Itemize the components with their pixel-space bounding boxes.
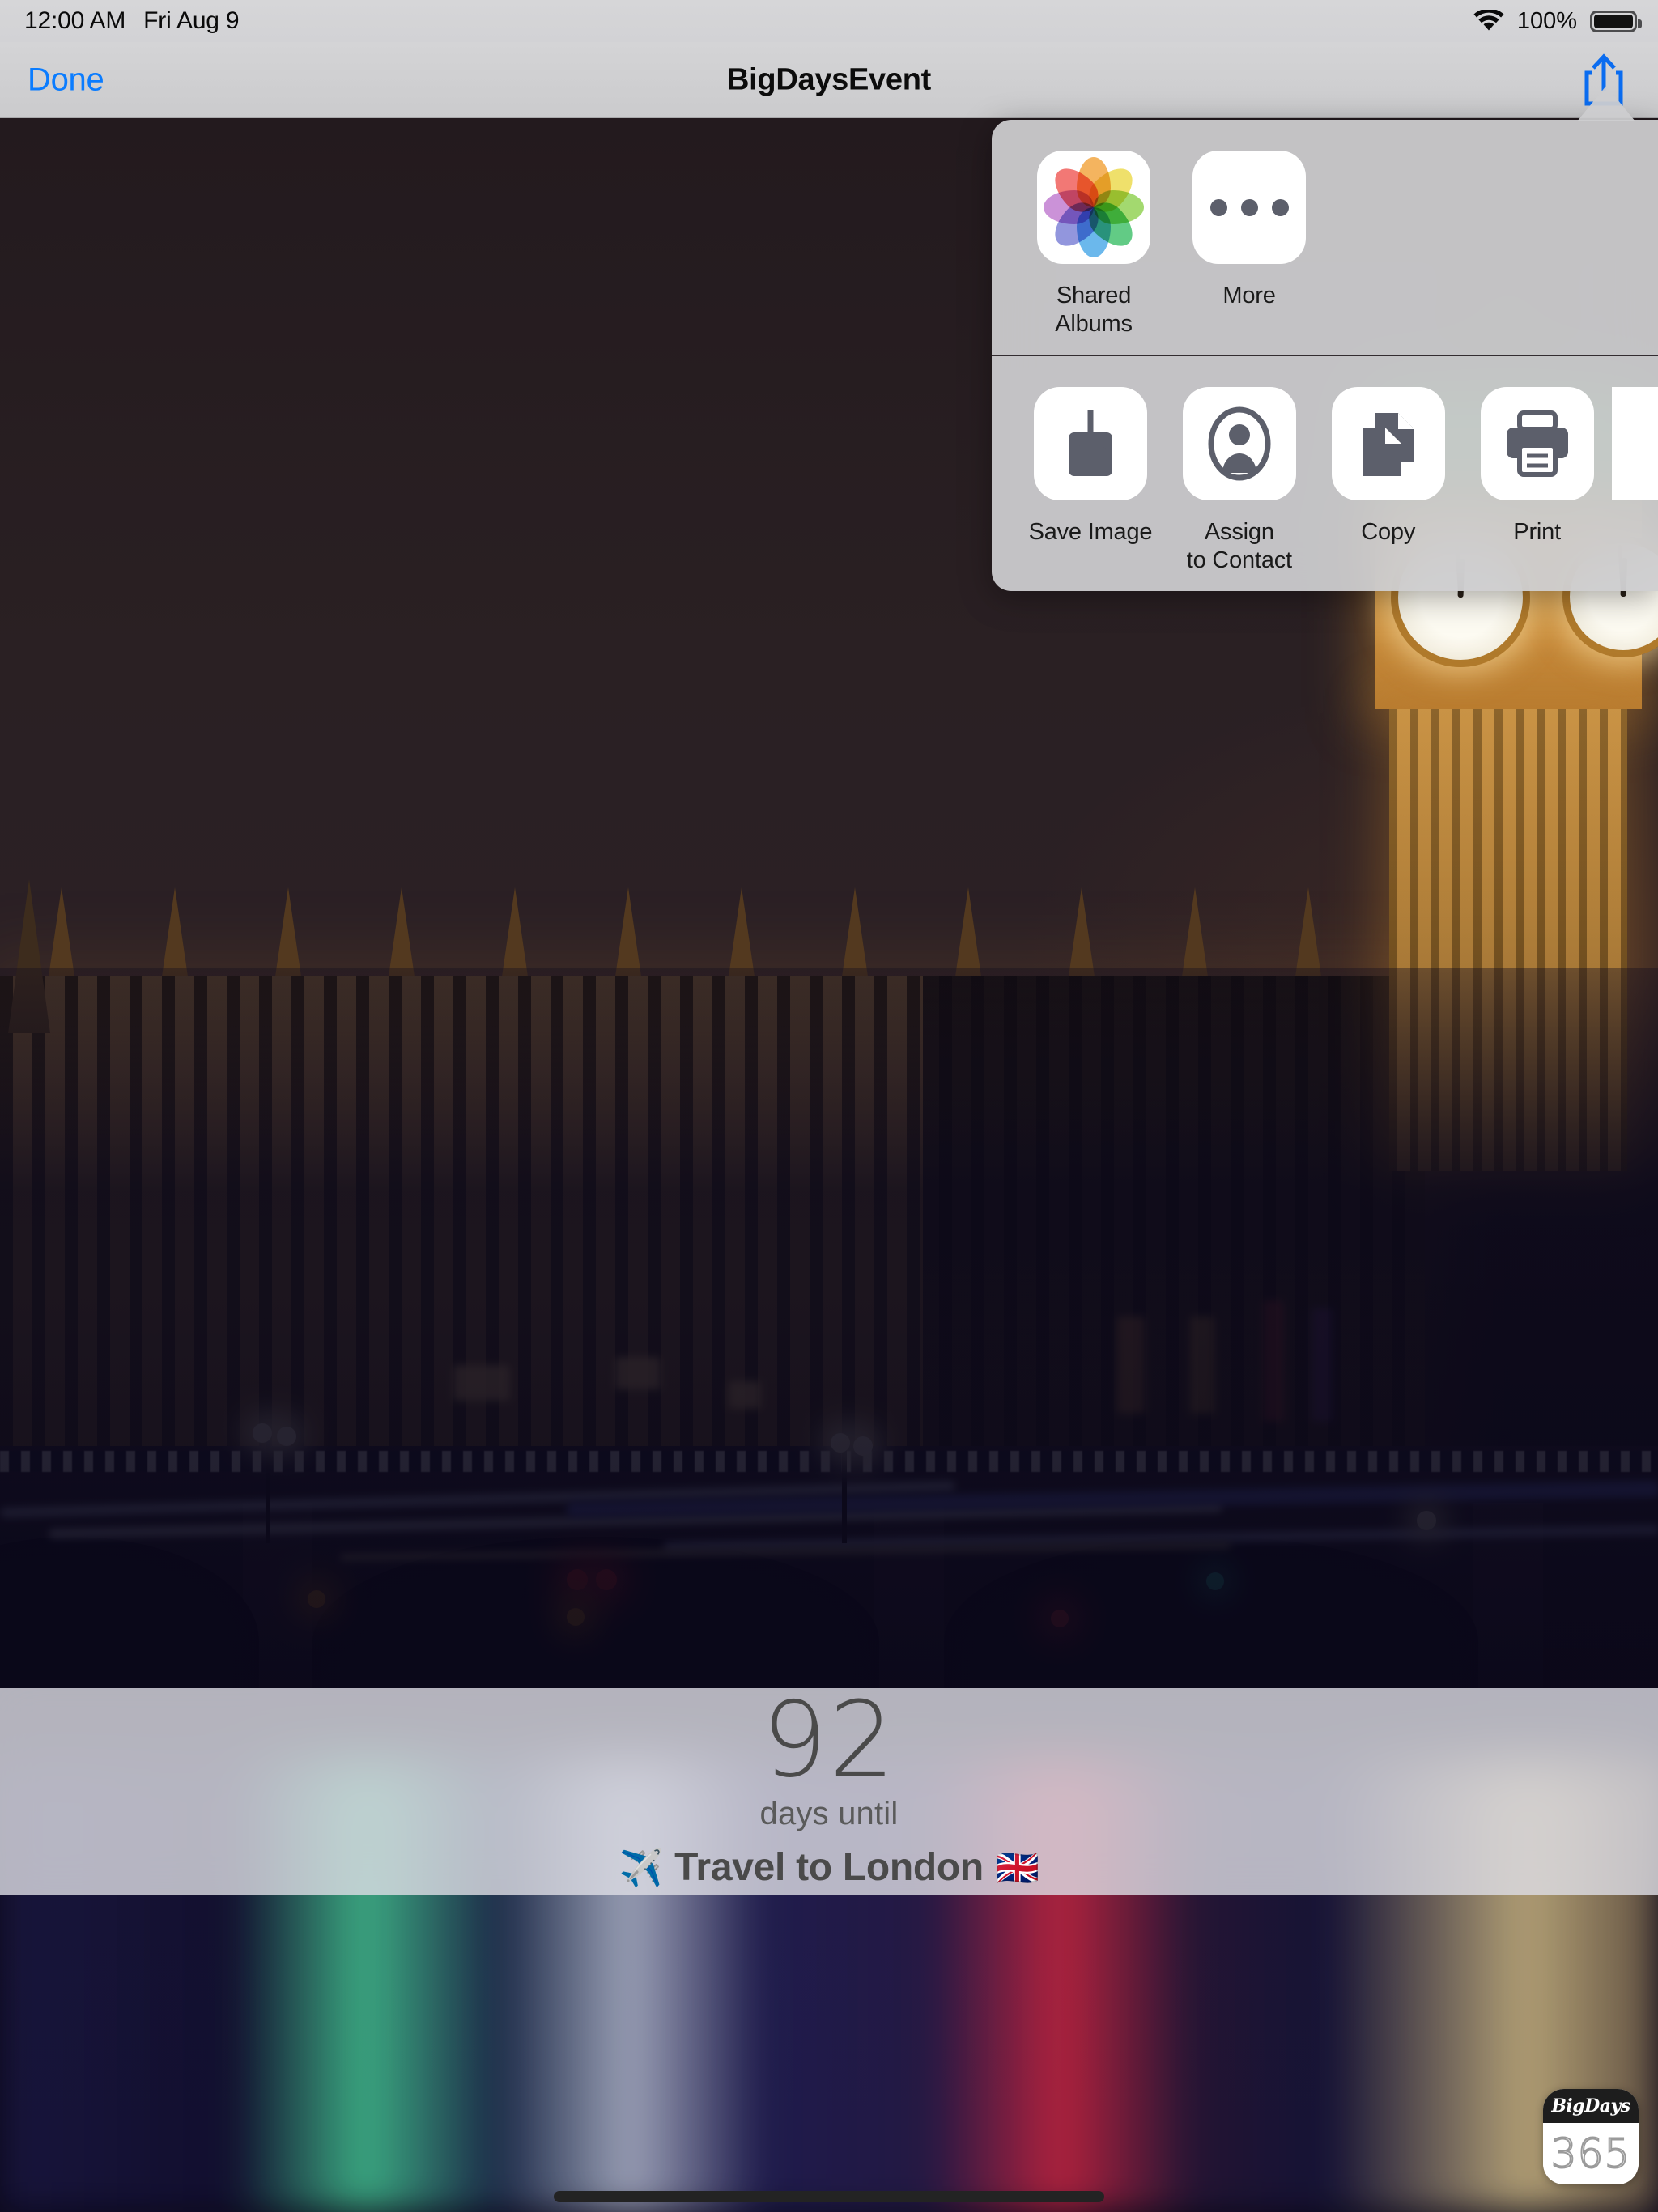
share-apps-section: Shared Albums More xyxy=(992,120,1658,355)
save-download-icon xyxy=(1033,387,1147,500)
bigdays365-watermark: BigDays 365 xyxy=(1543,2089,1639,2184)
status-time: 12:00 AM xyxy=(24,7,126,34)
contact-person-icon xyxy=(1182,387,1296,500)
popover-arrow xyxy=(1577,86,1635,121)
copy-documents-icon xyxy=(1331,387,1445,500)
cut-off-tile xyxy=(1611,387,1658,500)
share-item-label: More xyxy=(1222,283,1276,308)
share-action-label: Save Image xyxy=(1028,519,1153,545)
home-indicator[interactable] xyxy=(554,2191,1104,2202)
share-sheet-popover: Shared Albums More Save Image Assign to … xyxy=(992,120,1658,591)
airplane-icon: ✈️ xyxy=(619,1848,664,1888)
share-action-assign-to-contact[interactable]: Assign to Contact xyxy=(1165,387,1314,576)
share-item-more[interactable]: More xyxy=(1171,151,1327,339)
battery-percent: 100% xyxy=(1516,7,1577,34)
battery-full-icon xyxy=(1590,10,1642,32)
screen: 92 days until ✈️ Travel to London 🇬🇧 Big… xyxy=(0,0,1658,2212)
countdown-overlay: 92 days until ✈️ Travel to London 🇬🇧 xyxy=(0,1688,1658,1895)
ellipsis-icon xyxy=(1192,151,1306,264)
share-action-label: Assign to Contact xyxy=(1186,519,1292,574)
page-title: BigDaysEvent xyxy=(727,62,931,96)
uk-flag-icon: 🇬🇧 xyxy=(994,1848,1039,1888)
share-action-overflow-cutoff[interactable] xyxy=(1611,387,1658,576)
share-action-label: Copy xyxy=(1361,519,1416,545)
printer-icon xyxy=(1480,387,1594,500)
share-actions-section: Save Image Assign to Contact Copy Print xyxy=(992,356,1658,591)
countdown-days-number: 92 xyxy=(761,1679,897,1801)
done-button[interactable]: Done xyxy=(28,62,104,98)
share-item-label: Shared Albums xyxy=(1055,283,1133,338)
status-date: Fri Aug 9 xyxy=(143,7,240,34)
navigation-bar: Done BigDaysEvent xyxy=(0,42,1658,118)
countdown-event-title: Travel to London xyxy=(674,1846,984,1890)
share-action-save-image[interactable]: Save Image xyxy=(1016,387,1165,576)
countdown-event-title-row: ✈️ Travel to London 🇬🇧 xyxy=(619,1845,1039,1890)
photos-pinwheel-icon xyxy=(1037,151,1150,264)
share-item-shared-albums[interactable]: Shared Albums xyxy=(1016,151,1171,339)
watermark-brand: BigDays xyxy=(1551,2095,1630,2116)
wifi-icon xyxy=(1473,10,1504,32)
status-bar: 12:00 AM Fri Aug 9 100% xyxy=(0,0,1658,42)
share-action-label: Print xyxy=(1513,519,1561,545)
share-action-copy[interactable]: Copy xyxy=(1314,387,1463,576)
countdown-subtitle: days until xyxy=(759,1796,899,1832)
share-action-print[interactable]: Print xyxy=(1463,387,1612,576)
watermark-number: 365 xyxy=(1550,2129,1631,2178)
